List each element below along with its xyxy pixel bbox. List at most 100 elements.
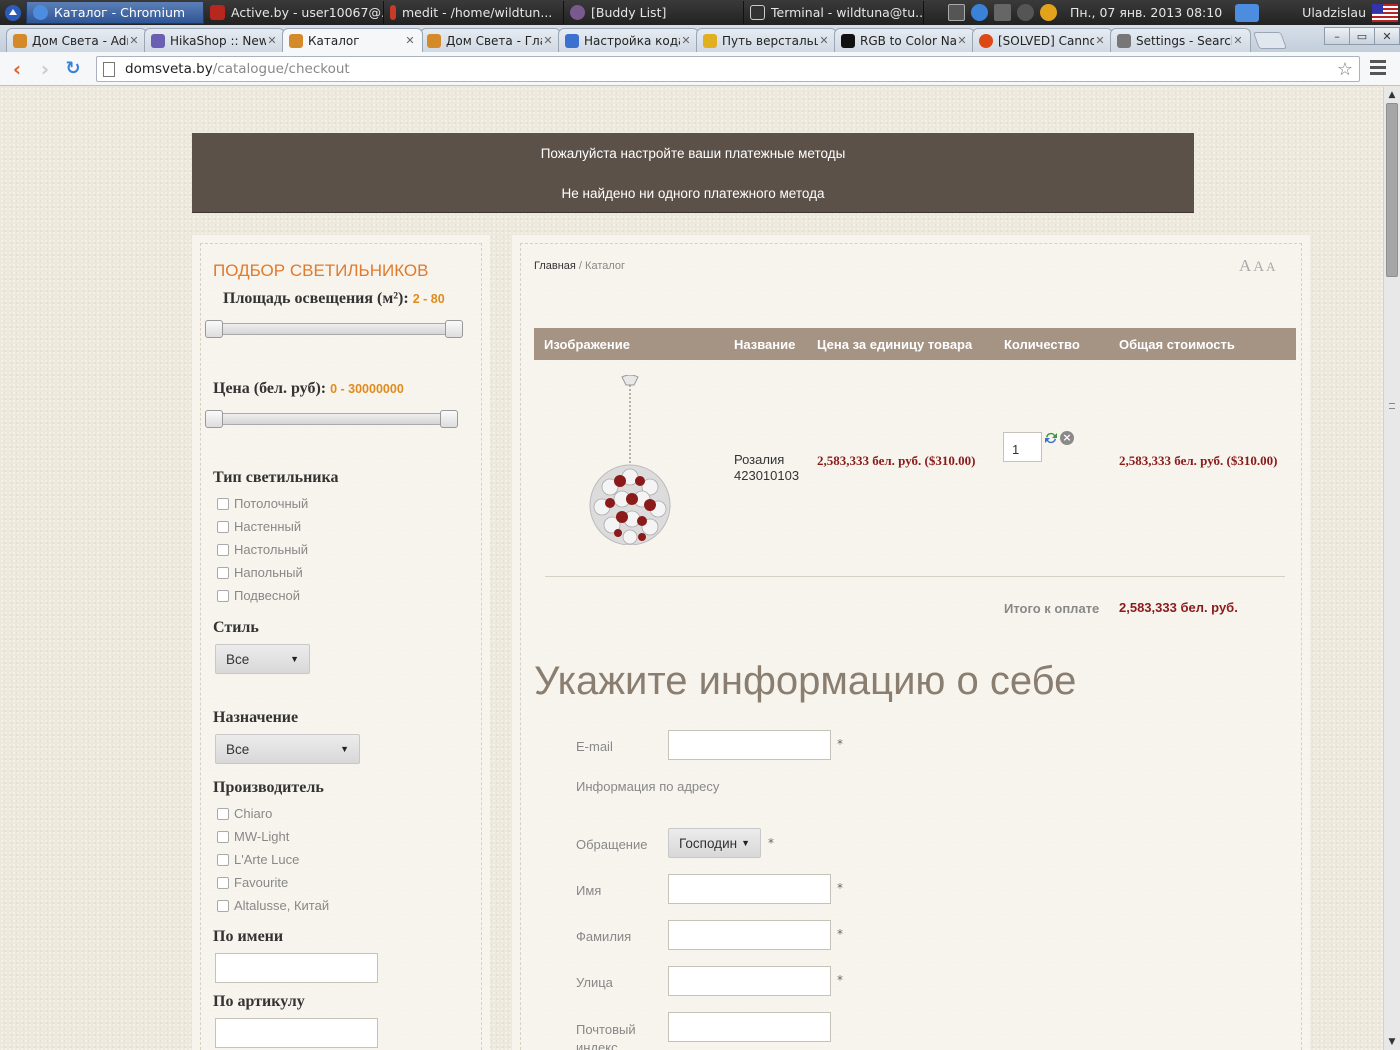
maker-checkbox-altalusse[interactable]: Altalusse, Китай	[217, 898, 329, 913]
taskbar-item-terminal[interactable]: Terminal - wildtuna@tu...	[744, 1, 924, 24]
breadcrumb-home-link[interactable]: Главная	[534, 260, 576, 272]
close-tab-icon[interactable]: ✕	[128, 34, 140, 47]
network-icon[interactable]	[1016, 4, 1034, 21]
taskbar-item-buddy-list[interactable]: [Buddy List]	[564, 1, 744, 24]
remove-item-icon[interactable]: ×	[1060, 431, 1074, 445]
pen-icon	[390, 5, 396, 20]
close-tab-icon[interactable]: ✕	[1094, 34, 1106, 47]
close-tab-icon[interactable]: ✕	[680, 34, 692, 47]
type-checkbox-wall[interactable]: Настенный	[217, 519, 301, 534]
page-icon	[103, 61, 115, 77]
user-name[interactable]: Uladzislau	[1262, 5, 1372, 20]
notification-icon[interactable]	[1235, 3, 1260, 22]
required-mark: *	[837, 737, 843, 751]
taskbar-item-filezilla[interactable]: Active.by - user10067@...	[204, 1, 384, 24]
unit-price: 2,583,333 бел. руб. ($310.00)	[817, 453, 976, 468]
maker-checkbox-mw-light[interactable]: MW-Light	[217, 829, 289, 844]
refresh-quantity-icon[interactable]	[1044, 431, 1058, 445]
product-chandelier-image[interactable]	[588, 375, 672, 545]
taskbar-item-chromium[interactable]: Каталог - Chromium	[26, 1, 204, 24]
close-window-button[interactable]: ✕	[1374, 27, 1400, 45]
checkout-main: Главная / Каталог AAA Изображение Назван…	[512, 235, 1310, 1050]
new-tab-button[interactable]	[1252, 32, 1288, 49]
browser-tab[interactable]: [SOLVED] Cannot ✕	[972, 28, 1113, 52]
browser-tabstrip: Дом Света - Adm ✕ HikaShop :: New ✕ Катало…	[0, 25, 1400, 52]
volume-icon[interactable]	[993, 4, 1011, 21]
close-tab-icon[interactable]: ✕	[542, 34, 554, 47]
last-name-field[interactable]	[668, 920, 831, 950]
chevron-down-icon: ▼	[290, 654, 299, 664]
scroll-up-arrow-icon[interactable]: ▲	[1384, 87, 1400, 103]
area-slider-min-handle[interactable]	[205, 320, 223, 338]
font-size-small-button[interactable]: A	[1266, 259, 1275, 274]
type-checkbox-floor[interactable]: Напольный	[217, 565, 303, 580]
first-name-field[interactable]	[668, 874, 831, 904]
article-filter-label: По артикулу	[213, 993, 305, 1010]
app-menu-icon[interactable]	[0, 0, 26, 25]
area-slider[interactable]	[205, 320, 463, 338]
payment-notice: Пожалуйста настройте ваши платежные мето…	[192, 133, 1194, 213]
street-field[interactable]	[668, 966, 831, 996]
close-tab-icon[interactable]: ✕	[404, 34, 416, 47]
browser-tab[interactable]: Settings - Search ✕	[1110, 28, 1251, 52]
ubuntu-favicon-icon	[979, 33, 993, 48]
salutation-label: Обращение	[576, 837, 648, 852]
weather-sun-icon[interactable]	[1039, 4, 1057, 21]
maker-filter-label: Производитель	[213, 779, 324, 796]
price-slider[interactable]	[205, 410, 458, 428]
terminal-tray-icon[interactable]	[947, 4, 965, 21]
address-bar[interactable]: domsveta.by/catalogue/checkout ☆	[96, 56, 1360, 82]
page-scrollbar[interactable]: ▲ ▼	[1383, 87, 1400, 1050]
email-field[interactable]	[668, 730, 831, 760]
maximize-button[interactable]: ▭	[1349, 27, 1375, 45]
area-slider-max-handle[interactable]	[445, 320, 463, 338]
purpose-filter-label: Назначение	[213, 709, 299, 726]
browser-tab-active[interactable]: Каталог ✕	[282, 28, 423, 52]
browser-tab[interactable]: Путь верстальщ ✕	[696, 28, 837, 52]
price-slider-min-handle[interactable]	[205, 410, 223, 428]
close-tab-icon[interactable]: ✕	[1232, 34, 1244, 47]
address-info-label: Информация по адресу	[576, 779, 720, 794]
salutation-select[interactable]: Господин ▼	[668, 828, 761, 858]
price-slider-max-handle[interactable]	[440, 410, 458, 428]
browser-tab[interactable]: HikaShop :: New ✕	[144, 28, 285, 52]
bookmark-star-icon[interactable]: ☆	[1337, 59, 1353, 80]
postal-code-field[interactable]	[668, 1012, 831, 1042]
chromium-tray-icon[interactable]	[970, 4, 988, 21]
email-label: E-mail	[576, 739, 613, 754]
chevron-down-icon: ▼	[741, 838, 750, 848]
scroll-down-arrow-icon[interactable]: ▼	[1384, 1034, 1400, 1050]
back-button[interactable]: ‹	[3, 55, 31, 83]
type-checkbox-table[interactable]: Настольный	[217, 542, 308, 557]
browser-tab[interactable]: RGB to Color Nar ✕	[834, 28, 975, 52]
font-size-medium-button[interactable]: A	[1253, 259, 1264, 275]
menu-icon[interactable]	[1370, 60, 1386, 78]
name-filter-input[interactable]	[215, 953, 378, 983]
maker-checkbox-favourite[interactable]: Favourite	[217, 875, 288, 890]
minimize-button[interactable]: –	[1324, 27, 1350, 45]
browser-tab[interactable]: Дом Света - Adm ✕	[6, 28, 147, 52]
close-tab-icon[interactable]: ✕	[818, 34, 830, 47]
clock[interactable]: Пн., 07 янв. 2013 08:10	[1060, 5, 1232, 20]
site-favicon-icon	[703, 33, 717, 48]
type-checkbox-pendant[interactable]: Подвесной	[217, 588, 300, 603]
keyboard-layout-flag-icon[interactable]	[1372, 3, 1398, 22]
scrollbar-thumb[interactable]	[1386, 103, 1398, 277]
article-filter-input[interactable]	[215, 1018, 378, 1048]
reload-button[interactable]: ↻	[59, 55, 87, 83]
quantity-input[interactable]: 1	[1003, 432, 1042, 462]
browser-tab[interactable]: Дом Света - Глав✕	[420, 28, 561, 52]
purpose-select[interactable]: Все ▼	[215, 734, 360, 764]
maker-checkbox-larte-luce[interactable]: L'Arte Luce	[217, 852, 299, 867]
font-size-large-button[interactable]: A	[1239, 256, 1251, 275]
browser-tab[interactable]: Настройка кода ✕	[558, 28, 699, 52]
style-select[interactable]: Все ▼	[215, 644, 310, 674]
forward-button[interactable]: ›	[31, 55, 59, 83]
maker-checkbox-chiaro[interactable]: Chiaro	[217, 806, 272, 821]
product-name[interactable]: Розалия 423010103	[734, 452, 799, 484]
breadcrumb: Главная / Каталог	[534, 260, 626, 272]
taskbar-item-medit[interactable]: medit - /home/wildtun...	[384, 1, 564, 24]
close-tab-icon[interactable]: ✕	[266, 34, 278, 47]
close-tab-icon[interactable]: ✕	[956, 34, 968, 47]
type-checkbox-ceiling[interactable]: Потолочный	[217, 496, 308, 511]
